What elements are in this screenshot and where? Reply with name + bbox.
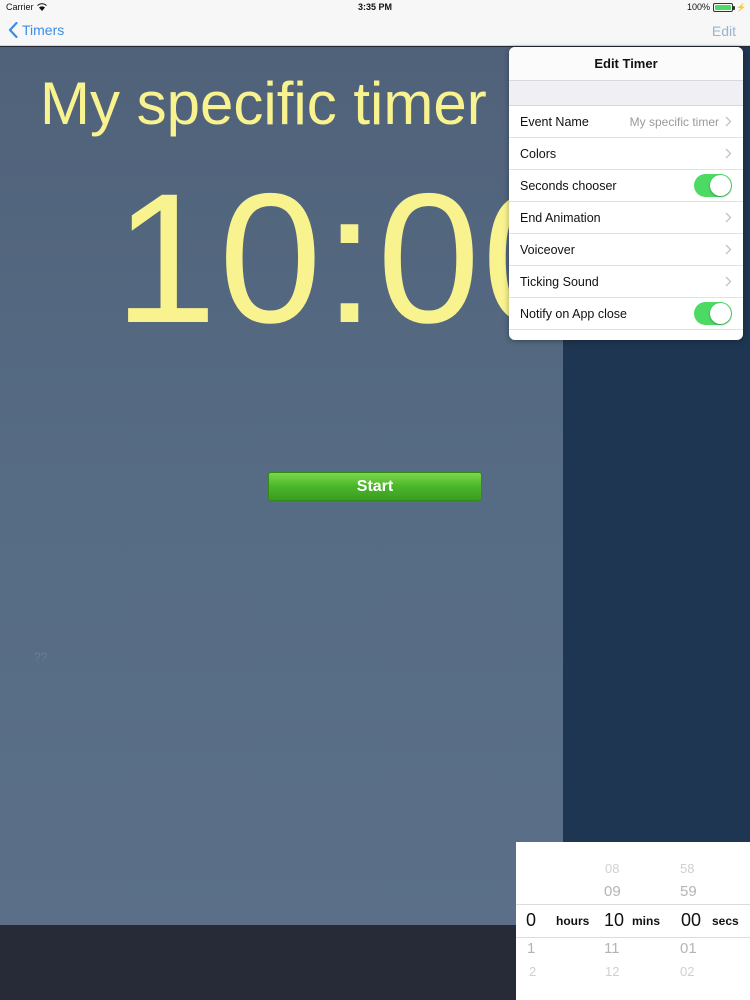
picker-minutes-option[interactable]: 12 [605, 964, 619, 979]
ticking-sound-row[interactable]: Ticking Sound [509, 266, 743, 298]
chevron-right-icon [725, 212, 732, 223]
charging-bolt-icon: ⚡ [736, 2, 746, 12]
seconds-chooser-row: Seconds chooser [509, 170, 743, 202]
picker-seconds-selected[interactable]: 00 [681, 910, 701, 931]
bottom-bar [0, 925, 516, 1000]
faint-mark: ?? [34, 650, 48, 664]
picker-seconds-option[interactable]: 02 [680, 964, 694, 979]
row-label: End Animation [520, 210, 601, 225]
row-label: Notify on App close [520, 306, 628, 321]
back-button-label: Timers [22, 22, 65, 38]
section-spacer [509, 81, 743, 106]
battery-indicator: 100% ⚡ [687, 2, 746, 12]
picker-hours-selected[interactable]: 0 [526, 910, 536, 931]
picker-seconds-unit: secs [712, 914, 739, 928]
start-button[interactable]: Start [268, 472, 482, 501]
timer-display-area: My specific timer 10:00 Start ?? [0, 47, 563, 925]
status-bar: Carrier 3:35 PM 100% ⚡ [0, 0, 750, 16]
chevron-right-icon [725, 276, 732, 287]
event-name-value: My specific timer [629, 114, 719, 129]
picker-minutes-option[interactable]: 09 [604, 883, 621, 900]
event-name-row[interactable]: Event Name My specific timer [509, 106, 743, 138]
popover-title: Edit Timer [509, 47, 743, 81]
voiceover-row[interactable]: Voiceover [509, 234, 743, 266]
picker-hours-unit: hours [556, 914, 590, 928]
row-label: Colors [520, 146, 557, 161]
chevron-right-icon [725, 148, 732, 159]
colors-row[interactable]: Colors [509, 138, 743, 170]
picker-hours-option[interactable]: 1 [527, 940, 535, 957]
picker-minutes-option[interactable]: 08 [605, 861, 619, 876]
picker-minutes-selected[interactable]: 10 [604, 910, 624, 931]
picker-hours-option[interactable]: 2 [529, 964, 536, 979]
timer-title: My specific timer [40, 70, 487, 137]
end-animation-row[interactable]: End Animation [509, 202, 743, 234]
back-button[interactable]: Timers [8, 22, 64, 38]
seconds-chooser-toggle[interactable] [694, 174, 732, 197]
status-time: 3:35 PM [357, 2, 392, 12]
picker-minutes-option[interactable]: 11 [604, 940, 620, 957]
notify-on-close-toggle[interactable] [694, 302, 732, 325]
navigation-bar: Timers Edit [0, 16, 750, 46]
row-label: Seconds chooser [520, 178, 617, 193]
row-label: Event Name [520, 114, 589, 129]
edit-button[interactable]: Edit [712, 23, 736, 39]
picker-seconds-option[interactable]: 01 [680, 940, 697, 957]
row-label: Ticking Sound [520, 274, 599, 289]
picker-seconds-option[interactable]: 58 [680, 861, 694, 876]
notify-on-close-row: Notify on App close [509, 298, 743, 330]
duration-picker[interactable]: 08 09 11 12 58 59 01 02 1 2 0 hours 10 m… [516, 842, 750, 1000]
picker-minutes-unit: mins [632, 914, 661, 928]
picker-seconds-option[interactable]: 59 [680, 883, 697, 900]
chevron-right-icon [725, 116, 732, 127]
chevron-right-icon [725, 244, 732, 255]
battery-percent: 100% [687, 2, 711, 12]
row-label: Voiceover [520, 242, 575, 257]
picker-selection-top-line [516, 904, 750, 905]
edit-timer-popover: Edit Timer Event Name My specific timer … [509, 47, 743, 340]
picker-selection-bottom-line [516, 937, 750, 938]
timer-clock: 10:00 [114, 167, 563, 352]
chevron-left-icon [8, 22, 18, 38]
battery-icon [713, 2, 736, 12]
